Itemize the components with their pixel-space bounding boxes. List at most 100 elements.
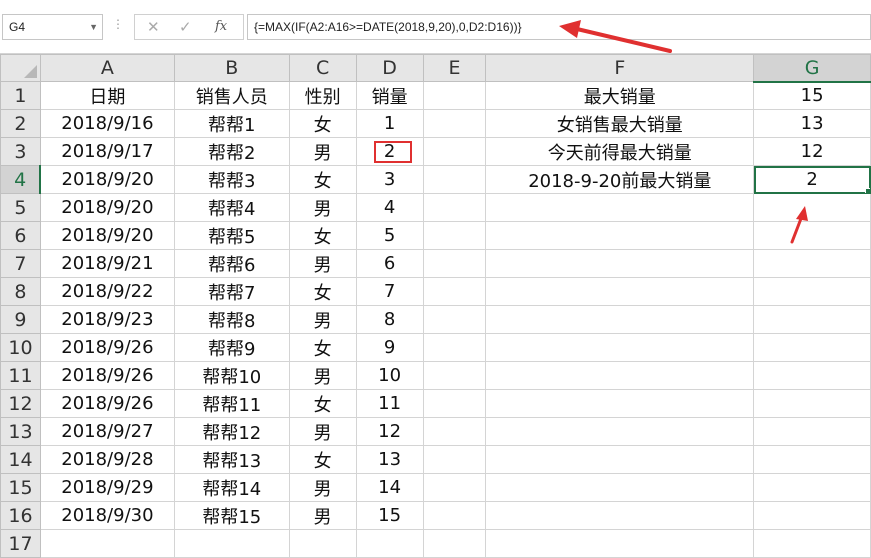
cell-a8[interactable]: 2018/9/22 — [39, 277, 175, 306]
cell-a14[interactable]: 2018/9/28 — [39, 445, 175, 474]
cell-a13[interactable]: 2018/9/27 — [39, 417, 175, 446]
cell-f2[interactable]: 女销售最大销量 — [485, 109, 755, 138]
row-header-6[interactable]: 6 — [0, 221, 41, 250]
cell-f4[interactable]: 2018-9-20前最大销量 — [485, 165, 755, 194]
cell-b14[interactable]: 帮帮13 — [173, 445, 290, 474]
cell-a16[interactable]: 2018/9/30 — [39, 501, 175, 530]
cell-c7[interactable]: 男 — [288, 249, 357, 278]
cell-e8[interactable] — [422, 277, 487, 306]
cell-b11[interactable]: 帮帮10 — [173, 361, 290, 390]
cell-c4[interactable]: 女 — [288, 165, 357, 194]
cell-g12[interactable] — [753, 389, 871, 418]
cell-d13[interactable]: 12 — [355, 417, 424, 446]
cell-a15[interactable]: 2018/9/29 — [39, 473, 175, 502]
cell-e1[interactable] — [422, 81, 487, 110]
column-header-a[interactable]: A — [39, 54, 175, 82]
cell-d16[interactable]: 15 — [355, 501, 424, 530]
cell-d7[interactable]: 6 — [355, 249, 424, 278]
cell-b15[interactable]: 帮帮14 — [173, 473, 290, 502]
cell-d11[interactable]: 10 — [355, 361, 424, 390]
cell-b13[interactable]: 帮帮12 — [173, 417, 290, 446]
column-header-d[interactable]: D — [355, 54, 424, 82]
cell-e17[interactable] — [422, 529, 487, 558]
cell-c11[interactable]: 男 — [288, 361, 357, 390]
cell-e5[interactable] — [422, 193, 487, 222]
cell-f14[interactable] — [485, 445, 755, 474]
cell-a12[interactable]: 2018/9/26 — [39, 389, 175, 418]
cell-e15[interactable] — [422, 473, 487, 502]
cell-d15[interactable]: 14 — [355, 473, 424, 502]
cell-c3[interactable]: 男 — [288, 137, 357, 166]
row-header-13[interactable]: 13 — [0, 417, 41, 446]
cell-d4[interactable]: 3 — [355, 165, 424, 194]
cell-a9[interactable]: 2018/9/23 — [39, 305, 175, 334]
cell-b2[interactable]: 帮帮1 — [173, 109, 290, 138]
cell-f11[interactable] — [485, 361, 755, 390]
cell-e2[interactable] — [422, 109, 487, 138]
cell-g4[interactable]: 2 — [753, 165, 871, 194]
row-header-17[interactable]: 17 — [0, 529, 41, 558]
cell-b7[interactable]: 帮帮6 — [173, 249, 290, 278]
cell-g1[interactable]: 15 — [753, 81, 871, 110]
cell-g17[interactable] — [753, 529, 871, 558]
cell-d14[interactable]: 13 — [355, 445, 424, 474]
cell-e12[interactable] — [422, 389, 487, 418]
cell-b4[interactable]: 帮帮3 — [173, 165, 290, 194]
cell-c13[interactable]: 男 — [288, 417, 357, 446]
cell-g3[interactable]: 12 — [753, 137, 871, 166]
cell-e10[interactable] — [422, 333, 487, 362]
cell-d9[interactable]: 8 — [355, 305, 424, 334]
cell-b8[interactable]: 帮帮7 — [173, 277, 290, 306]
cell-c17[interactable] — [288, 529, 357, 558]
cell-g16[interactable] — [753, 501, 871, 530]
chevron-down-icon[interactable]: ▼ — [89, 15, 98, 39]
cell-c6[interactable]: 女 — [288, 221, 357, 250]
cell-a2[interactable]: 2018/9/16 — [39, 109, 175, 138]
cell-c8[interactable]: 女 — [288, 277, 357, 306]
cell-f9[interactable] — [485, 305, 755, 334]
cell-c2[interactable]: 女 — [288, 109, 357, 138]
drag-handle-icon[interactable]: ⋮ — [112, 17, 124, 31]
insert-function-icon[interactable]: fx — [215, 15, 227, 39]
cell-a3[interactable]: 2018/9/17 — [39, 137, 175, 166]
cell-f7[interactable] — [485, 249, 755, 278]
cell-b6[interactable]: 帮帮5 — [173, 221, 290, 250]
cell-g9[interactable] — [753, 305, 871, 334]
cell-f17[interactable] — [485, 529, 755, 558]
cell-f8[interactable] — [485, 277, 755, 306]
cell-e14[interactable] — [422, 445, 487, 474]
cell-f12[interactable] — [485, 389, 755, 418]
select-all-corner[interactable] — [0, 54, 41, 82]
cell-c10[interactable]: 女 — [288, 333, 357, 362]
cell-g10[interactable] — [753, 333, 871, 362]
cell-c15[interactable]: 男 — [288, 473, 357, 502]
cell-d3[interactable]: 2 — [355, 137, 424, 166]
cell-a7[interactable]: 2018/9/21 — [39, 249, 175, 278]
cell-a6[interactable]: 2018/9/20 — [39, 221, 175, 250]
cell-d1[interactable]: 销量 — [355, 81, 424, 110]
cell-d10[interactable]: 9 — [355, 333, 424, 362]
cell-b12[interactable]: 帮帮11 — [173, 389, 290, 418]
cell-e3[interactable] — [422, 137, 487, 166]
cell-g15[interactable] — [753, 473, 871, 502]
enter-icon[interactable]: ✓ — [179, 15, 192, 39]
cell-e13[interactable] — [422, 417, 487, 446]
row-header-10[interactable]: 10 — [0, 333, 41, 362]
row-header-8[interactable]: 8 — [0, 277, 41, 306]
row-header-5[interactable]: 5 — [0, 193, 41, 222]
cell-a17[interactable] — [39, 529, 175, 558]
cell-b16[interactable]: 帮帮15 — [173, 501, 290, 530]
row-header-15[interactable]: 15 — [0, 473, 41, 502]
cell-c1[interactable]: 性别 — [288, 81, 357, 110]
cell-d5[interactable]: 4 — [355, 193, 424, 222]
cell-f10[interactable] — [485, 333, 755, 362]
column-header-e[interactable]: E — [422, 54, 487, 82]
cell-a1[interactable]: 日期 — [39, 81, 175, 110]
cell-g8[interactable] — [753, 277, 871, 306]
column-header-g[interactable]: G — [753, 54, 871, 83]
fill-handle[interactable] — [865, 188, 870, 193]
cell-e7[interactable] — [422, 249, 487, 278]
row-header-11[interactable]: 11 — [0, 361, 41, 390]
row-header-7[interactable]: 7 — [0, 249, 41, 278]
row-header-2[interactable]: 2 — [0, 109, 41, 138]
